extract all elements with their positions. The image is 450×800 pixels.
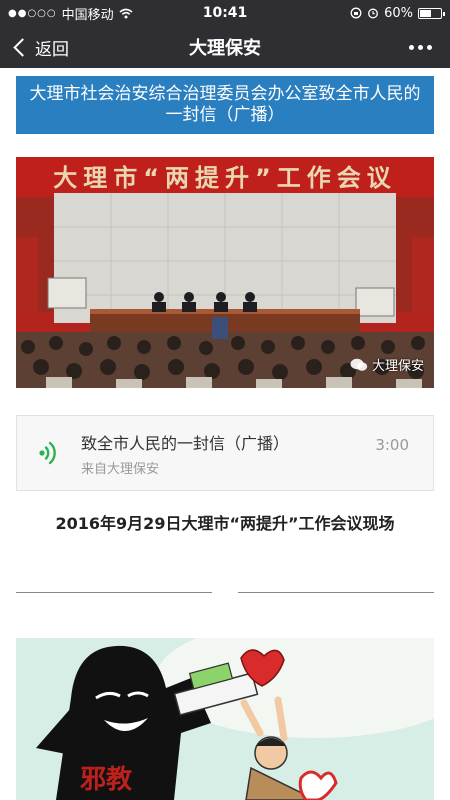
cartoon-label: 邪教 [79, 765, 132, 795]
status-right: 60% [350, 5, 445, 21]
meeting-scene: 大理市“两提升”工作会议 [16, 157, 434, 388]
more-dot-icon [409, 44, 414, 50]
status-left: ●●○○○ 中国移动 [8, 4, 133, 23]
more-dot-icon [418, 44, 423, 50]
audio-player-card[interactable]: 致全市人民的一封信（广播） 来自大理保安 3:00 [16, 415, 434, 491]
divider-right [238, 592, 434, 593]
photo-caption: 2016年9月29日大理市“两提升”工作会议现场 [55, 514, 395, 533]
battery-percent: 60% [384, 5, 413, 21]
back-button[interactable]: 返回 [12, 26, 69, 68]
cult-cartoon-illustration: 邪教 [16, 638, 434, 800]
battery-fill [420, 9, 432, 17]
back-label: 返回 [35, 39, 69, 60]
article-heading: 大理市社会治安综合治理委员会办公室致全市人民的一封信（广播） [16, 76, 434, 134]
meeting-photo: 大理市“两提升”工作会议 大理保安 [16, 157, 434, 388]
watermark-text: 大理保安 [371, 359, 424, 374]
battery-icon [418, 7, 445, 19]
chevron-left-icon [13, 37, 32, 57]
status-bar: ●●○○○ 中国移动 10:41 60% [0, 0, 450, 26]
alarm-icon [368, 8, 379, 19]
page-title: 大理保安 [189, 38, 261, 59]
nav-bar: 返回 大理保安 [0, 26, 450, 68]
carrier-name: 中国移动 [61, 7, 114, 23]
rotation-lock-icon [350, 7, 362, 19]
more-options-button[interactable] [409, 26, 432, 68]
audio-duration: 3:00 [375, 436, 409, 454]
audio-title: 致全市人民的一封信（广播） [81, 434, 290, 453]
clock: 10:41 [202, 5, 248, 21]
audio-wave-icon[interactable] [35, 438, 65, 468]
banner-text: 大理市“两提升”工作会议 [53, 164, 397, 192]
wifi-icon [119, 8, 133, 18]
more-dot-icon [427, 44, 432, 50]
signal-strength-icon: ●●○○○ [8, 7, 57, 19]
wechat-icon [350, 358, 368, 371]
cartoon-scene: 邪教 [16, 638, 434, 800]
photo-watermark: 大理保安 [350, 355, 424, 374]
divider-left [16, 592, 212, 593]
audio-source: 来自大理保安 [81, 462, 160, 477]
